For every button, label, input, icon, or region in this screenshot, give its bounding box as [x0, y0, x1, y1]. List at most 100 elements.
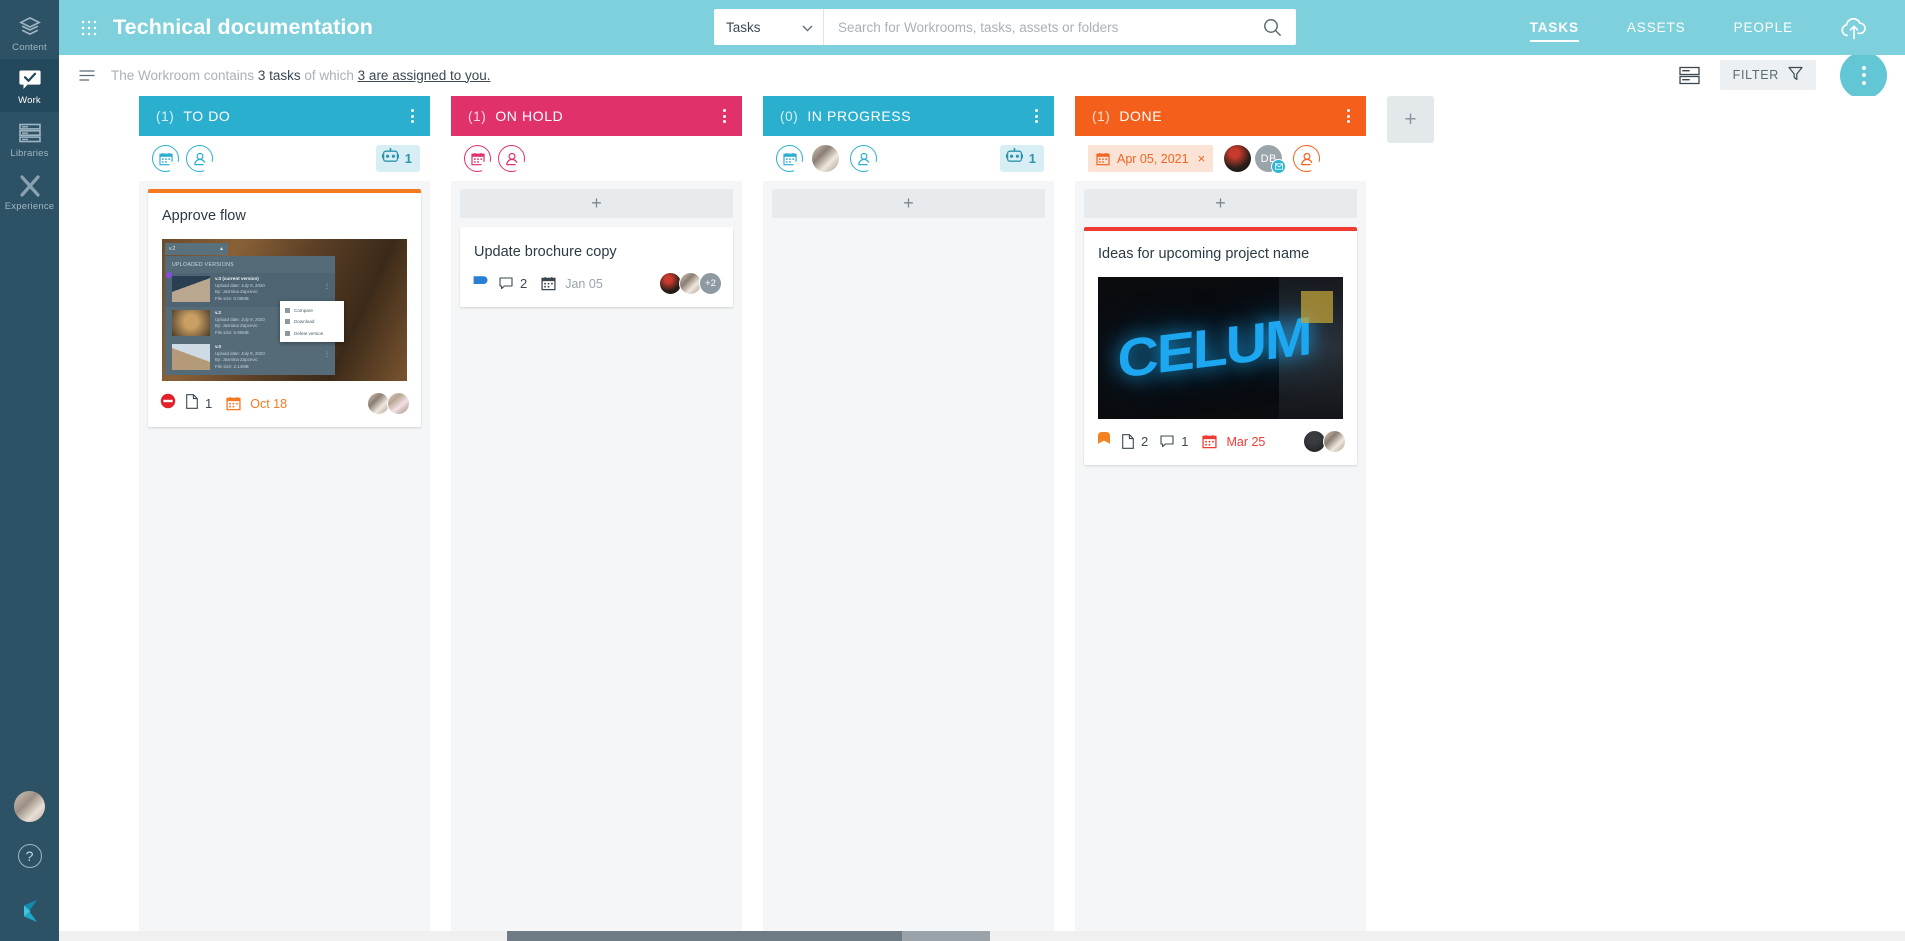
sidebar-item-content[interactable]: Content: [0, 6, 59, 59]
column-header: (0) IN PROGRESS: [763, 96, 1054, 136]
sidebar-item-experience[interactable]: Experience: [0, 165, 59, 218]
task-card[interactable]: Update brochure copy 2 Jan 05 +2: [460, 227, 733, 308]
cloud-upload-icon[interactable]: [1817, 16, 1879, 40]
search-scope-select[interactable]: Tasks: [714, 9, 824, 45]
column-count: (1): [1092, 108, 1111, 124]
column-count: (1): [156, 108, 175, 124]
person-add-icon[interactable]: +: [850, 145, 879, 173]
column-due-date-chip[interactable]: Apr 05, 2021 ×: [1088, 145, 1214, 172]
column-title: DONE: [1119, 108, 1163, 124]
card-thumbnail-wrap: v.2 ▲ UPLOADED VERSIONS v.3 (current vers…: [148, 225, 421, 382]
bot-count: 1: [404, 151, 412, 166]
envelope-icon: [1271, 159, 1287, 174]
column-tools: Apr 05, 2021 × DB +: [1075, 136, 1366, 181]
top-bar: Technical documentation Tasks Search for…: [59, 0, 1905, 55]
person-add-icon[interactable]: +: [186, 145, 215, 173]
card-assignees: +2: [659, 272, 722, 296]
calendar-add-icon[interactable]: +: [776, 145, 805, 173]
automation-bot-badge[interactable]: 1: [375, 145, 420, 172]
column-todo: (1) TO DO + + 1 Approve flow v.2 ▲ UPLOA…: [139, 96, 430, 941]
tab-assets[interactable]: ASSETS: [1603, 0, 1710, 55]
dot: [1861, 80, 1866, 85]
calendar-icon: [1202, 434, 1218, 449]
task-card[interactable]: Ideas for upcoming project name CELUM 2 …: [1084, 227, 1357, 466]
column-tools: + +: [139, 136, 430, 181]
celum-sign-photo: CELUM: [1098, 277, 1343, 420]
scrollbar-thumb[interactable]: [507, 931, 902, 941]
add-card-button[interactable]: +: [772, 189, 1045, 218]
close-icon[interactable]: ×: [1198, 151, 1206, 166]
assigned-to-you-link[interactable]: 3 are assigned to you.: [358, 68, 491, 83]
sidebar-item-label: Work: [18, 95, 41, 106]
search-icon[interactable]: [1248, 9, 1296, 45]
sidebar-item-label: Libraries: [10, 148, 49, 159]
add-column-button[interactable]: +: [1387, 96, 1434, 143]
help-icon[interactable]: ?: [17, 844, 42, 868]
file-icon: [186, 393, 198, 414]
board-scroll-area[interactable]: (1) TO DO + + 1 Approve flow v.2 ▲ UPLOA…: [59, 96, 1905, 941]
card-due-date: Oct 18: [250, 396, 288, 411]
rail-bottom-group: ?: [0, 791, 59, 941]
card-title: Approve flow: [162, 208, 246, 224]
column-menu-button[interactable]: [406, 104, 419, 128]
hamburger-icon[interactable]: [73, 66, 101, 85]
calendar-icon: [1096, 152, 1110, 166]
card-title: Ideas for upcoming project name: [1098, 246, 1310, 262]
attachment-count: 1: [205, 396, 213, 412]
tab-label: PEOPLE: [1733, 20, 1793, 35]
plus-badge: +: [793, 161, 805, 173]
calendar-add-icon[interactable]: +: [464, 145, 493, 173]
avatar[interactable]: [387, 392, 410, 416]
plus-badge: +: [515, 161, 527, 173]
app-grid-icon[interactable]: [81, 20, 97, 36]
avatar-overflow-count[interactable]: +2: [699, 272, 722, 296]
more-actions-fab[interactable]: [1840, 51, 1887, 99]
bot-count: 1: [1028, 151, 1036, 166]
summary-pre: The Workroom contains: [111, 67, 255, 83]
avatar[interactable]: [14, 791, 45, 822]
comment-count: 2: [520, 276, 528, 292]
global-search: Tasks: [714, 9, 1296, 45]
chevron-down-icon: [802, 20, 813, 35]
sidebar-item-libraries[interactable]: Libraries: [0, 112, 59, 165]
scrollbar-track-segment[interactable]: [902, 931, 990, 941]
tab-tasks[interactable]: TASKS: [1506, 0, 1603, 55]
filter-button[interactable]: FILTER: [1719, 60, 1816, 90]
avatar[interactable]: [812, 145, 839, 172]
person-add-icon[interactable]: +: [1293, 145, 1323, 173]
summary-mid: of which: [304, 67, 354, 83]
column-body: + Ideas for upcoming project name CELUM: [1075, 181, 1366, 941]
plus-badge: +: [1310, 161, 1323, 173]
avatar[interactable]: [1323, 430, 1346, 454]
column-menu-button[interactable]: [1342, 104, 1355, 128]
workroom-summary: The Workroom contains 3 tasks of which 3…: [73, 66, 491, 85]
card-footer: 2 1 Mar 25: [1084, 419, 1357, 465]
column-title: ON HOLD: [495, 108, 564, 124]
automation-bot-badge[interactable]: 1: [999, 145, 1044, 172]
avatar[interactable]: [1224, 145, 1252, 172]
page-title: Technical documentation: [113, 15, 373, 39]
check-speech-bubble-icon: [18, 67, 42, 92]
column-title: IN PROGRESS: [807, 108, 912, 124]
horizontal-scrollbar[interactable]: [59, 931, 1905, 941]
person-add-icon[interactable]: +: [498, 145, 527, 173]
calendar-add-icon[interactable]: +: [152, 145, 181, 173]
add-card-button[interactable]: +: [1084, 189, 1357, 218]
celum-logo-icon: [15, 896, 45, 931]
card-footer: 2 Jan 05 +2: [460, 261, 733, 307]
column-inprogress: (0) IN PROGRESS + + 1 +: [763, 96, 1054, 941]
add-card-button[interactable]: +: [460, 189, 733, 218]
column-body: Approve flow v.2 ▲ UPLOADED VERSIONS v.3…: [139, 181, 430, 941]
plus-badge: +: [867, 161, 879, 173]
attachment-count: 2: [1141, 434, 1149, 450]
card-assignees: [1303, 430, 1346, 454]
search-input[interactable]: [824, 9, 1248, 45]
sidebar-item-work[interactable]: Work: [0, 59, 59, 112]
list-view-icon[interactable]: [1675, 62, 1704, 89]
column-menu-button[interactable]: [1030, 104, 1043, 128]
avatar[interactable]: DB: [1255, 145, 1287, 174]
comment-icon: [1160, 435, 1174, 448]
tab-people[interactable]: PEOPLE: [1710, 0, 1817, 55]
column-menu-button[interactable]: [718, 104, 731, 128]
task-card[interactable]: Approve flow v.2 ▲ UPLOADED VERSIONS v.3…: [148, 189, 421, 428]
